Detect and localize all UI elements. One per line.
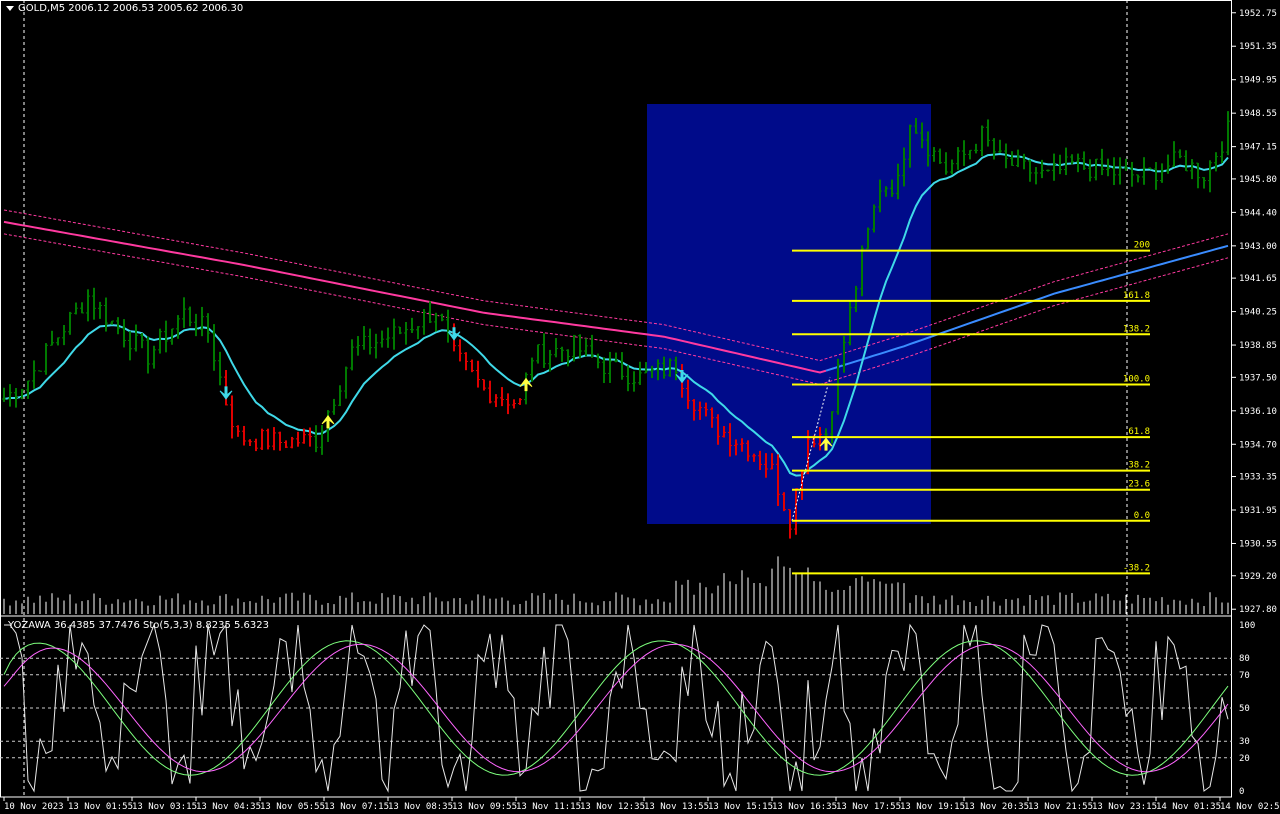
time-axis-label: 13 Nov 05:55 [260, 802, 325, 812]
time-axis-label: 13 Nov 07:15 [324, 802, 389, 812]
price-axis-label: 1931.95 [1239, 506, 1277, 516]
indicator-axis-label: 70 [1239, 671, 1250, 681]
time-axis-label: 13 Nov 08:35 [388, 802, 453, 812]
price-axis-label: 1944.40 [1239, 208, 1277, 218]
time-axis-label: 13 Nov 20:35 [964, 802, 1029, 812]
indicator-header: YOZAWA 36.4385 37.7476 Sto(5,3,3) 8.8235… [8, 620, 269, 631]
time-axis-label: 13 Nov 15:15 [708, 802, 773, 812]
price-axis-label: 1949.95 [1239, 76, 1277, 86]
price-axis-label: 1952.75 [1239, 9, 1277, 19]
price-axis-label: 1930.55 [1239, 539, 1277, 549]
collapse-triangle-icon[interactable] [6, 6, 14, 11]
indicator-axis-label: 80 [1239, 654, 1250, 664]
fib-level-label: -38.2 [1123, 563, 1150, 573]
price-axis-label: 1941.65 [1239, 274, 1277, 284]
highlight-zone [647, 104, 931, 524]
fib-level-label: 161.8 [1123, 291, 1150, 301]
time-axis-label: 13 Nov 16:35 [772, 802, 837, 812]
indicator-axis-label: 30 [1239, 737, 1250, 747]
price-axis-label: 1927.80 [1239, 605, 1277, 615]
price-axis-label: 1938.85 [1239, 341, 1277, 351]
time-axis-label: 14 Nov 01:35 [1156, 802, 1221, 812]
price-axis-label: 1940.25 [1239, 308, 1277, 318]
time-axis-label: 13 Nov 17:55 [836, 802, 901, 812]
fib-level-label: 38.2 [1128, 461, 1150, 471]
trading-chart[interactable]: 200161.8138.2100.061.838.223.60.0-38.2 1… [0, 0, 1280, 814]
highlight-zone-rect [647, 104, 931, 524]
fib-level-label: 138.2 [1123, 324, 1150, 334]
time-axis-label: 13 Nov 19:15 [900, 802, 965, 812]
price-axis-label: 1943.00 [1239, 242, 1277, 252]
price-axis-label: 1948.55 [1239, 109, 1277, 119]
time-axis-label: 10 Nov 2023 [4, 802, 64, 812]
time-axis-label: 14 Nov 02:55 [1220, 802, 1280, 812]
fib-level-label: 23.6 [1128, 480, 1150, 490]
fib-level-label: 100.0 [1123, 375, 1150, 385]
indicator-axis-label: 20 [1239, 754, 1250, 764]
time-axis-label: 13 Nov 13:55 [644, 802, 709, 812]
indicator-axis-label: 100 [1239, 621, 1255, 631]
price-axis-label: 1945.80 [1239, 175, 1277, 185]
fib-level-label: 61.8 [1128, 427, 1150, 437]
price-axis-label: 1936.10 [1239, 407, 1277, 417]
symbol-header: GOLD,M5 2006.12 2006.53 2005.62 2006.30 [18, 3, 244, 14]
time-axis-label: 13 Nov 09:55 [452, 802, 517, 812]
time-axis-label: 13 Nov 03:15 [132, 802, 197, 812]
indicator-axis-label: 0 [1239, 787, 1244, 797]
price-axis-label: 1951.35 [1239, 42, 1277, 52]
time-axis-label: 13 Nov 04:35 [196, 802, 261, 812]
indicator-axis-label: 50 [1239, 704, 1250, 714]
time-axis-label: 13 Nov 01:55 [68, 802, 133, 812]
time-axis-label: 13 Nov 23:15 [1092, 802, 1157, 812]
time-axis-label: 13 Nov 21:55 [1028, 802, 1093, 812]
time-axis-label: 13 Nov 11:15 [516, 802, 581, 812]
fib-level-label: 200 [1134, 241, 1150, 251]
price-axis-label: 1934.70 [1239, 440, 1277, 450]
price-axis-label: 1929.20 [1239, 572, 1277, 582]
price-axis-label: 1947.15 [1239, 143, 1277, 153]
price-axis-label: 1933.35 [1239, 473, 1277, 483]
fib-level-label: 0.0 [1134, 511, 1150, 521]
price-axis-label: 1937.50 [1239, 373, 1277, 383]
time-axis-label: 13 Nov 12:35 [580, 802, 645, 812]
